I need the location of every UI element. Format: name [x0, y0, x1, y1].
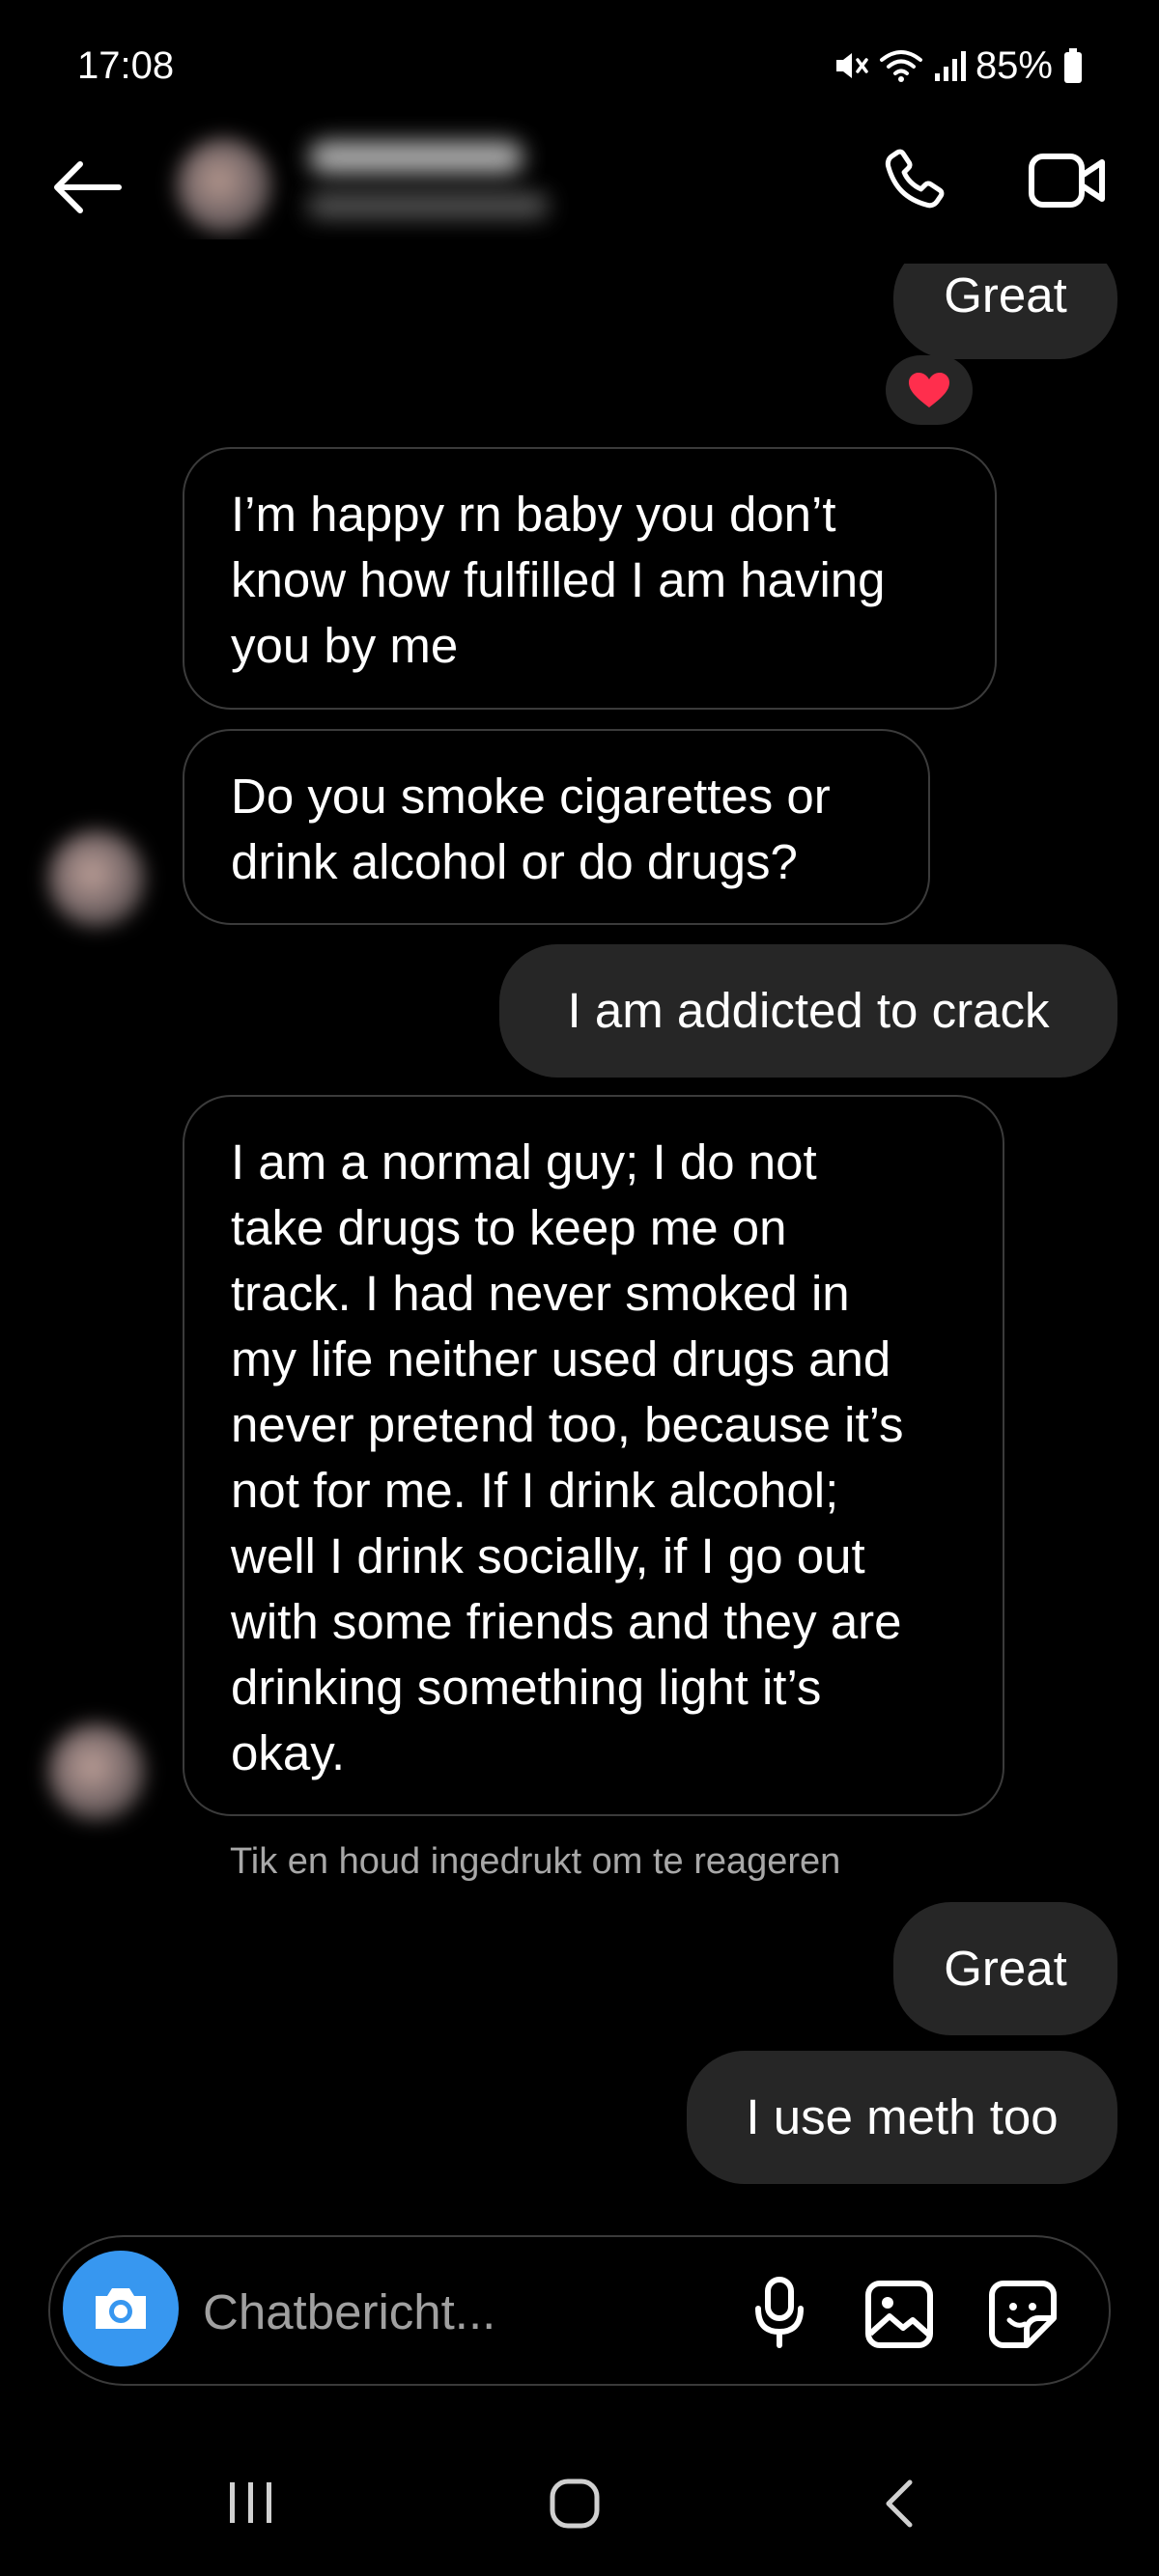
camera-icon	[96, 2288, 146, 2329]
back-arrow-icon	[54, 161, 122, 213]
message-line: I’m happy rn baby you don’t	[231, 487, 836, 542]
message-line: okay.	[231, 1725, 346, 1780]
message-line: drink alcohol or do drugs?	[231, 834, 798, 889]
microphone-icon	[755, 2277, 804, 2348]
signal-icon	[934, 51, 966, 81]
react-hint: Tik en houd ingedrukt om te reageren	[230, 1841, 841, 1882]
message-input[interactable]	[203, 2281, 686, 2342]
video-camera-icon	[1029, 154, 1105, 208]
video-call-button[interactable]	[1019, 137, 1116, 224]
home-icon	[550, 2478, 600, 2529]
battery-percent: 85%	[975, 43, 1053, 87]
sender-avatar[interactable]	[48, 830, 145, 927]
message-line: know how fulfilled I am having	[231, 552, 886, 607]
incoming-message[interactable]: I am a normal guy; I do not take drugs t…	[183, 1095, 1004, 1816]
contact-avatar[interactable]	[177, 138, 271, 233]
nav-back-button[interactable]	[869, 2470, 927, 2537]
scroll-mask	[0, 239, 1159, 264]
incoming-message[interactable]: I’m happy rn baby you don’t know how ful…	[183, 447, 997, 710]
message-text: Great	[944, 1941, 1067, 1996]
message-line: I am a normal guy; I do not	[231, 1134, 817, 1190]
outgoing-message[interactable]: Great	[893, 1902, 1117, 2035]
contact-name-redacted[interactable]	[309, 141, 523, 174]
heart-reaction[interactable]	[886, 355, 973, 425]
message-line: take drugs to keep me on	[231, 1200, 787, 1255]
gallery-button[interactable]	[860, 2275, 939, 2354]
incoming-message[interactable]: Do you smoke cigarettes or drink alcohol…	[183, 729, 930, 925]
sender-avatar[interactable]	[48, 1723, 145, 1820]
message-line: track. I had never smoked in	[231, 1266, 850, 1321]
phone-icon	[885, 149, 945, 209]
message-line: not for me. If I drink alcohol;	[231, 1463, 839, 1518]
mute-icon	[835, 53, 868, 78]
message-line: with some friends and they are	[231, 1594, 902, 1649]
status-icons: 85%	[831, 39, 1084, 93]
gallery-icon	[865, 2281, 933, 2348]
contact-username-redacted	[307, 193, 549, 218]
home-button[interactable]	[541, 2470, 608, 2537]
battery-icon	[1064, 48, 1082, 83]
message-line: well I drink socially, if I go out	[231, 1528, 865, 1583]
voice-message-button[interactable]	[746, 2272, 813, 2353]
wifi-icon	[879, 50, 922, 82]
back-button[interactable]	[46, 147, 127, 228]
message-line: my life neither used drugs and	[231, 1331, 891, 1386]
heart-icon	[909, 373, 949, 407]
message-text: I am addicted to crack	[567, 983, 1050, 1038]
message-text: I use meth too	[746, 2089, 1059, 2144]
camera-button[interactable]	[63, 2251, 179, 2366]
sticker-icon	[989, 2281, 1057, 2348]
outgoing-message[interactable]: I use meth too	[687, 2051, 1117, 2184]
status-time: 17:08	[77, 44, 175, 87]
message-line: never pretend too, because it’s	[231, 1397, 904, 1452]
outgoing-message[interactable]: I am addicted to crack	[499, 944, 1117, 1078]
back-icon	[886, 2479, 913, 2528]
message-line: Do you smoke cigarettes or	[231, 769, 831, 824]
sticker-button[interactable]	[983, 2275, 1062, 2354]
message-line: drinking something light it’s	[231, 1660, 822, 1715]
recents-icon	[230, 2482, 271, 2523]
message-line: you by me	[231, 618, 459, 673]
voice-call-button[interactable]	[869, 137, 956, 224]
recents-button[interactable]	[214, 2474, 288, 2532]
message-text: Great	[944, 267, 1067, 322]
